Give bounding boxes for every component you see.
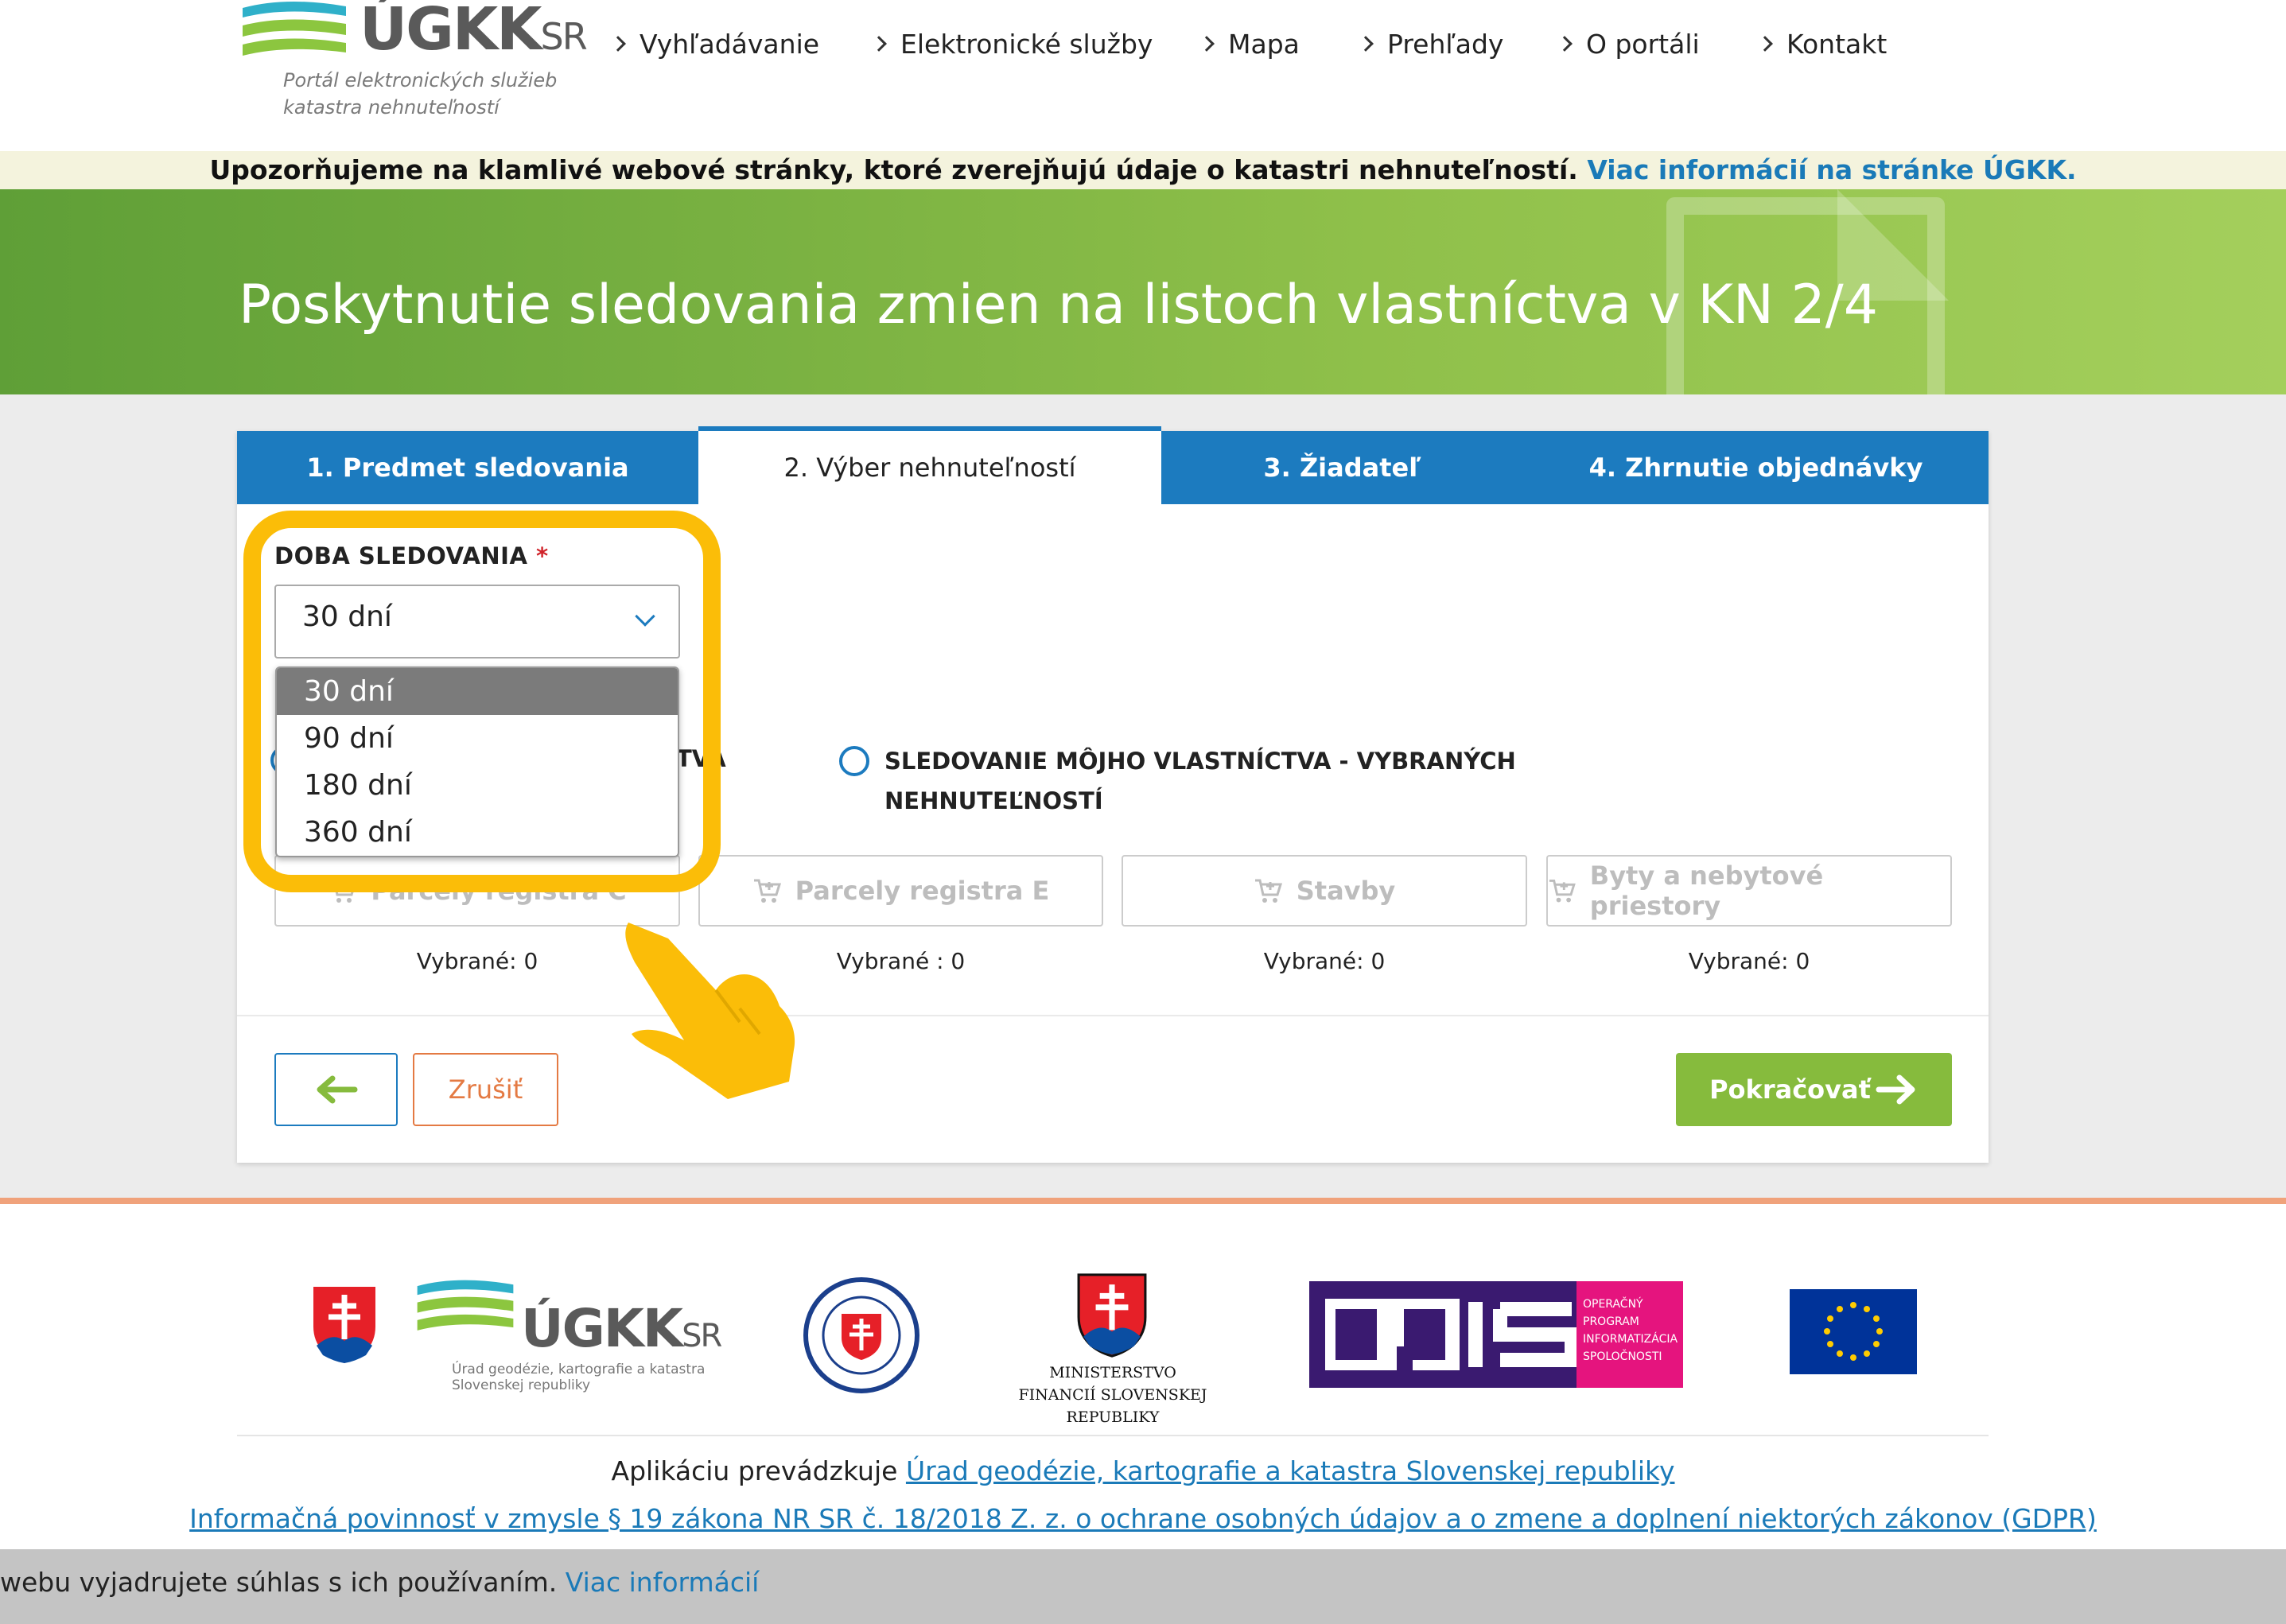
card-divider [237, 1015, 1989, 1016]
stavby-button[interactable]: Stavby [1122, 855, 1527, 927]
nav-item-o-portali[interactable]: O portáli [1557, 24, 1759, 64]
warning-link[interactable]: Viac informácií na stránke ÚGKK. [1587, 154, 2076, 185]
selected-count-stavby: Vybrané: 0 [1263, 948, 1386, 974]
logo-subtitle: Portál elektronických služieb katastra n… [283, 69, 558, 118]
site-header: ÚGKKSR Portál elektronických služieb kat… [0, 0, 2286, 151]
arrow-right-icon [1876, 1074, 1915, 1105]
cookie-text: webu vyjadrujete súhlas s ich používaním… [0, 1567, 760, 1598]
ugkk-logo-icon[interactable] [239, 0, 350, 64]
tab-zhrnutie-objednavky[interactable]: 4. Zhrnutie objednávky [1523, 431, 1989, 504]
cart-icon [1549, 879, 1576, 903]
highlight-frame [243, 511, 721, 892]
chevron-right-icon [1358, 36, 1374, 52]
gdpr-line: Informačná povinnosť v zmysle § 19 zákon… [0, 1503, 2286, 1534]
wizard-steps: 1. Predmet sledovania 2. Výber nehnuteľn… [237, 426, 1989, 504]
warning-text: Upozorňujeme na klamlivé webové stránky,… [209, 154, 1578, 185]
nav-item-elektronicke-sluzby[interactable]: Elektronické služby [871, 24, 1201, 64]
cookie-more-link[interactable]: Viac informácií [566, 1567, 760, 1598]
ugkk-footer-logo-icon [417, 1280, 514, 1331]
selected-count-parcely-c: Vybrané: 0 [416, 948, 538, 974]
nav-item-kontakt[interactable]: Kontakt [1757, 24, 1919, 64]
ugkk-footer-subtitle: Úrad geodézie, kartografie a katastra Sl… [452, 1362, 706, 1393]
mf-logo-text: MINISTERSTVO FINANCIÍ SLOVENSKEJ REPUBLI… [1018, 1364, 1207, 1426]
main-nav: Vyhľadávanie Elektronické služby Mapa Pr… [610, 24, 1919, 64]
logo-wordmark[interactable]: ÚGKKSR [360, 0, 588, 66]
cart-icon [1254, 879, 1282, 903]
chevron-right-icon [1757, 36, 1773, 52]
footer-separator [0, 1198, 2286, 1204]
nav-item-vyhladavanie[interactable]: Vyhľadávanie [610, 24, 873, 64]
byty-button[interactable]: Byty a nebytové priestory [1546, 855, 1952, 927]
continue-button[interactable]: Pokračovať [1676, 1053, 1952, 1126]
back-button[interactable] [274, 1053, 398, 1126]
selected-count-byty: Vybrané: 0 [1688, 948, 1810, 974]
footer-rule [237, 1435, 1989, 1436]
tab-ziadatel[interactable]: 3. Žiadateľ [1161, 431, 1523, 504]
operator-link[interactable]: Úrad geodézie, kartografie a katastra Sl… [906, 1455, 1675, 1486]
tab-predmet-sledovania[interactable]: 1. Predmet sledovania [237, 431, 698, 504]
page-banner: Poskytnutie sledovania zmien na listoch … [0, 189, 2286, 394]
warning-bar: Upozorňujeme na klamlivé webové stránky,… [0, 151, 2286, 189]
page-title: Poskytnutie sledovania zmien na listoch … [239, 274, 1878, 336]
radio-sledovanie-vybranych[interactable] [839, 746, 869, 776]
chevron-right-icon [610, 36, 626, 52]
tab-vyber-nehnutelnosti[interactable]: 2. Výber nehnuteľností [698, 426, 1161, 504]
opis-logo: OPERAČNÝ PROGRAM INFORMATIZÁCIA SPOLOČNO… [1309, 1281, 1683, 1388]
cart-icon [753, 879, 781, 903]
nav-item-mapa[interactable]: Mapa [1199, 24, 1360, 64]
eu-flag-icon [1790, 1289, 1917, 1374]
chevron-right-icon [1199, 36, 1215, 52]
mf-coat-of-arms-icon [1077, 1273, 1147, 1358]
chevron-right-icon [871, 36, 887, 52]
eu-stars-icon [1824, 1302, 1883, 1361]
slovak-coat-of-arms-icon [310, 1284, 379, 1367]
cancel-button[interactable]: Zrušiť [413, 1053, 558, 1126]
urad-vlady-seal-icon [803, 1277, 919, 1393]
opis-logo-text: OPERAČNÝ PROGRAM INFORMATIZÁCIA SPOLOČNO… [1583, 1298, 1678, 1363]
ugkk-footer-wordmark: ÚGKKSR [521, 1298, 722, 1359]
operator-line: Aplikáciu prevádzkuje Úrad geodézie, kar… [611, 1455, 1675, 1486]
radio2-label: SLEDOVANIE MÔJHO VLASTNÍCTVA - VYBRANÝCH… [884, 748, 1516, 814]
pointing-hand-icon [625, 923, 795, 1099]
nav-item-prehlady[interactable]: Prehľady [1358, 24, 1559, 64]
chevron-right-icon [1557, 36, 1573, 52]
opis-wordmark-icon [1325, 1299, 1579, 1370]
gdpr-link[interactable]: Informačná povinnosť v zmysle § 19 zákon… [189, 1503, 2097, 1534]
arrow-left-icon [317, 1075, 357, 1104]
